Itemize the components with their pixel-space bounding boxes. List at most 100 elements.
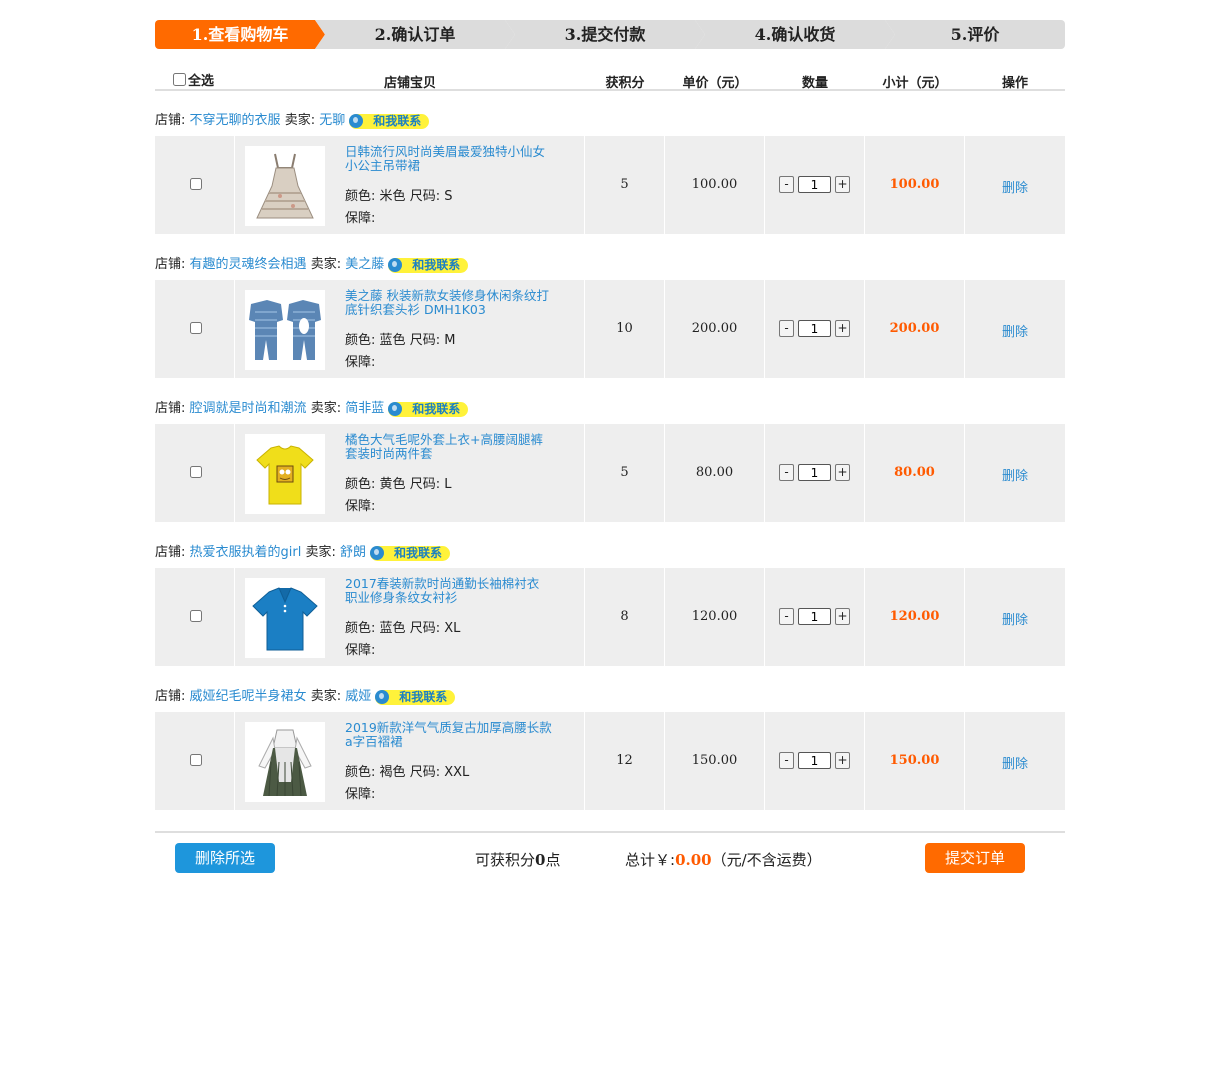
select-all[interactable]: 全选 bbox=[173, 70, 214, 89]
contact-seller-button[interactable]: 和我联系 bbox=[349, 113, 430, 129]
subtotal-value: 120.00 bbox=[889, 609, 940, 624]
contact-seller-button[interactable]: 和我联系 bbox=[388, 401, 469, 417]
cart-item-row: 2019新款洋气气质复古加厚高腰长款a字百褶裙 颜色: 褐色 尺码: XXL 保… bbox=[155, 712, 1065, 810]
shop-line: 店铺: 不穿无聊的衣服 卖家: 无聊 和我联系 bbox=[155, 112, 430, 130]
decrease-button[interactable]: - bbox=[779, 464, 794, 481]
product-attributes: 颜色: 蓝色 尺码: XL bbox=[345, 617, 460, 636]
seller-name-link[interactable]: 无聊 bbox=[319, 112, 345, 130]
contact-seller-button[interactable]: 和我联系 bbox=[375, 689, 456, 705]
decrease-button[interactable]: - bbox=[779, 608, 794, 625]
yellow-tshirt-image[interactable] bbox=[245, 434, 325, 514]
increase-button[interactable]: + bbox=[835, 176, 850, 193]
delete-selected-button[interactable]: 删除所选 bbox=[175, 843, 275, 873]
item-checkbox[interactable] bbox=[190, 466, 202, 478]
size-value: L bbox=[444, 477, 452, 492]
quantity-stepper: - + bbox=[779, 320, 850, 337]
size-value: S bbox=[444, 189, 453, 204]
size-value: XXL bbox=[444, 765, 470, 780]
submit-order-button[interactable]: 提交订单 bbox=[925, 843, 1025, 873]
shop-name-link[interactable]: 不穿无聊的衣服 bbox=[190, 112, 281, 130]
cart-table-header: 全选 店铺宝贝 获积分 单价（元） 数量 小计（元） 操作 bbox=[155, 70, 1065, 91]
col-item: 店铺宝贝 bbox=[383, 76, 436, 91]
item-checkbox[interactable] bbox=[190, 322, 202, 334]
delete-link[interactable]: 删除 bbox=[965, 609, 1065, 628]
step-view-cart: 1.查看购物车 bbox=[155, 20, 325, 49]
seller-name-link[interactable]: 简非蓝 bbox=[345, 400, 384, 418]
unit-price: 100.00 bbox=[691, 177, 738, 192]
shop-name-link[interactable]: 有趣的灵魂终会相遇 bbox=[190, 256, 307, 274]
contact-label: 和我联系 bbox=[399, 690, 448, 704]
increase-button[interactable]: + bbox=[835, 608, 850, 625]
cart-item-row: 美之藤 秋装新款女装修身休闲条纹打底针织套头衫 DMH1K03 颜色: 蓝色 尺… bbox=[155, 280, 1065, 378]
contact-label: 和我联系 bbox=[412, 402, 461, 416]
hanfu-dress-image[interactable] bbox=[245, 722, 325, 802]
product-title-link[interactable]: 2017春装新款时尚通勤长袖棉衬衣 职业修身条纹女衬衫 bbox=[345, 577, 555, 605]
striped-romper-image[interactable] bbox=[245, 290, 325, 370]
delete-link[interactable]: 删除 bbox=[965, 465, 1065, 484]
delete-link[interactable]: 删除 bbox=[965, 753, 1065, 772]
shop-name-link[interactable]: 热爱衣服执着的girl bbox=[190, 544, 302, 562]
product-title-link[interactable]: 橘色大气毛呢外套上衣+高腰阔腿裤套装时尚两件套 bbox=[345, 433, 555, 461]
product-title-link[interactable]: 2019新款洋气气质复古加厚高腰长款a字百褶裙 bbox=[345, 721, 555, 749]
quantity-stepper: - + bbox=[779, 608, 850, 625]
increase-button[interactable]: + bbox=[835, 464, 850, 481]
points-total: 可获积分0点 bbox=[475, 849, 560, 870]
cart-item-row: 橘色大气毛呢外套上衣+高腰阔腿裤套装时尚两件套 颜色: 黄色 尺码: L 保障:… bbox=[155, 424, 1065, 522]
qq-icon bbox=[370, 546, 385, 560]
item-checkbox[interactable] bbox=[190, 178, 202, 190]
contact-seller-button[interactable]: 和我联系 bbox=[388, 257, 469, 273]
cart-item-row: 日韩流行风时尚美眉最爱独特小仙女小公主吊带裙 颜色: 米色 尺码: S 保障: … bbox=[155, 136, 1065, 234]
color-value: 蓝色 bbox=[379, 333, 406, 348]
quantity-input[interactable] bbox=[798, 320, 831, 337]
delete-link[interactable]: 删除 bbox=[965, 177, 1065, 196]
warranty-label: 保障: bbox=[345, 211, 376, 226]
increase-button[interactable]: + bbox=[835, 752, 850, 769]
select-all-checkbox[interactable] bbox=[173, 73, 186, 86]
quantity-input[interactable] bbox=[798, 608, 831, 625]
blue-polo-image[interactable] bbox=[245, 578, 325, 658]
product-title-link[interactable]: 日韩流行风时尚美眉最爱独特小仙女小公主吊带裙 bbox=[345, 145, 555, 173]
quantity-input[interactable] bbox=[798, 176, 831, 193]
points-value: 12 bbox=[616, 753, 633, 768]
product-attributes: 颜色: 褐色 尺码: XXL bbox=[345, 761, 469, 780]
order-progress-steps: 1.查看购物车 2.确认订单 3.提交付款 4.确认收货 5.评价 bbox=[155, 20, 1065, 49]
shop-name-link[interactable]: 威娅纪毛呢半身裙女 bbox=[190, 688, 307, 706]
col-quantity: 数量 bbox=[801, 76, 828, 91]
col-subtotal: 小计（元） bbox=[882, 76, 948, 91]
contact-seller-button[interactable]: 和我联系 bbox=[370, 545, 451, 561]
seller-name-link[interactable]: 美之藤 bbox=[345, 256, 384, 274]
points-value: 5 bbox=[620, 465, 629, 480]
increase-button[interactable]: + bbox=[835, 320, 850, 337]
seller-name-link[interactable]: 威娅 bbox=[345, 688, 371, 706]
warranty-label: 保障: bbox=[345, 643, 376, 658]
qq-icon bbox=[388, 402, 403, 416]
color-label: 颜色: bbox=[345, 765, 376, 780]
color-label: 颜色: bbox=[345, 189, 376, 204]
shop-name-link[interactable]: 腔调就是时尚和潮流 bbox=[190, 400, 307, 418]
decrease-button[interactable]: - bbox=[779, 176, 794, 193]
subtotal-value: 150.00 bbox=[889, 753, 940, 768]
decrease-button[interactable]: - bbox=[779, 320, 794, 337]
slip-dress-image[interactable] bbox=[245, 146, 325, 226]
decrease-button[interactable]: - bbox=[779, 752, 794, 769]
quantity-input[interactable] bbox=[798, 464, 831, 481]
product-title-link[interactable]: 美之藤 秋装新款女装修身休闲条纹打底针织套头衫 DMH1K03 bbox=[345, 289, 555, 317]
size-label: 尺码: bbox=[409, 333, 441, 348]
cart-item-row: 2017春装新款时尚通勤长袖棉衬衣 职业修身条纹女衬衫 颜色: 蓝色 尺码: X… bbox=[155, 568, 1065, 666]
quantity-input[interactable] bbox=[798, 752, 831, 769]
delete-link[interactable]: 删除 bbox=[965, 321, 1065, 340]
total-amount: 0.00 bbox=[675, 851, 712, 869]
seller-label: 卖家: bbox=[310, 257, 342, 272]
item-checkbox[interactable] bbox=[190, 610, 202, 622]
shop-label: 店铺: bbox=[155, 257, 186, 272]
color-value: 黄色 bbox=[379, 477, 406, 492]
warranty-label: 保障: bbox=[345, 787, 376, 802]
step-submit-payment: 3.提交付款 bbox=[505, 20, 705, 49]
shop-label: 店铺: bbox=[155, 113, 186, 128]
seller-name-link[interactable]: 舒朗 bbox=[340, 544, 366, 562]
size-label: 尺码: bbox=[409, 477, 441, 492]
item-checkbox[interactable] bbox=[190, 754, 202, 766]
color-value: 米色 bbox=[379, 189, 406, 204]
size-label: 尺码: bbox=[409, 621, 441, 636]
quantity-stepper: - + bbox=[779, 176, 850, 193]
